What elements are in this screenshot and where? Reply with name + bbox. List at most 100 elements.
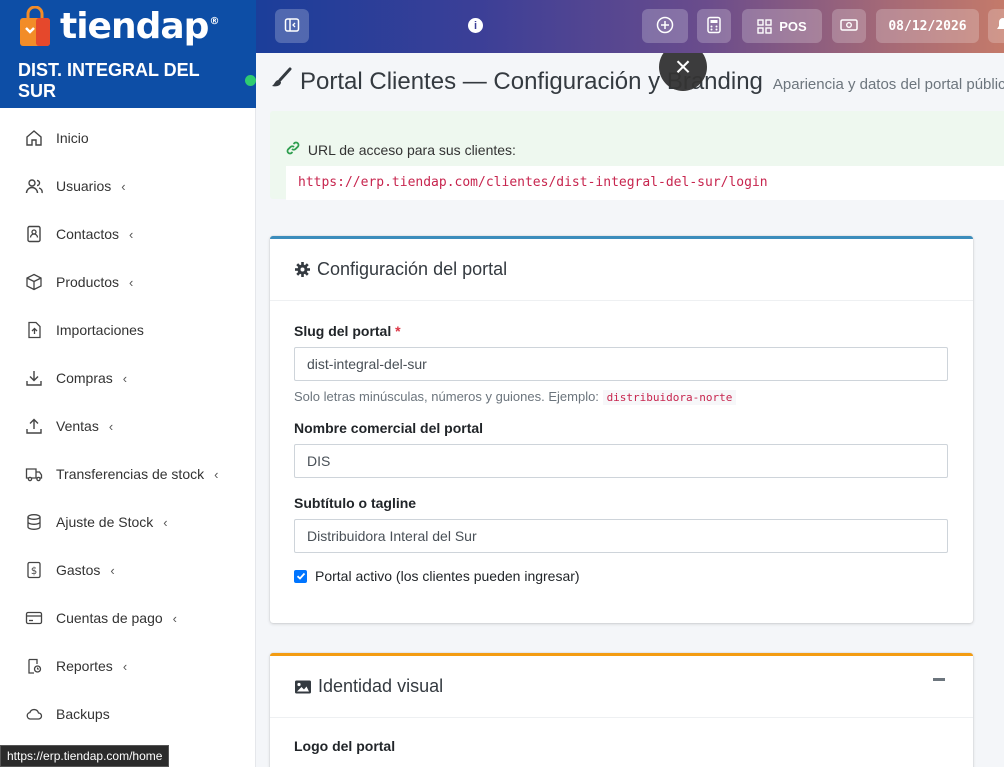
sidebar: Inicio Usuarios ‹ Contactos ‹ Productos … [0,108,256,767]
config-card-title: Configuración del portal [317,259,508,279]
sidebar-item-inicio[interactable]: Inicio [0,114,255,162]
gear-icon [294,261,311,278]
tagline-label: Subtítulo o tagline [294,495,417,511]
box-icon [24,272,44,292]
sidebar-item-label: Productos [56,274,120,290]
sidebar-item-label: Reportes [56,658,113,674]
users-icon [24,176,44,196]
access-url-value[interactable]: https://erp.tiendap.com/clientes/dist-in… [286,166,1004,200]
upload-icon [24,416,44,436]
tagline-input[interactable] [294,519,948,553]
visual-card-title: Identidad visual [318,676,444,696]
chevron-left-icon: ‹ [108,418,114,434]
pos-button[interactable]: POS [742,9,822,43]
sidebar-item-ajuste-stock[interactable]: Ajuste de Stock ‹ [0,498,255,546]
bell-button[interactable] [988,9,1004,43]
sidebar-toggle-button[interactable] [275,9,309,43]
truck-icon [24,464,44,484]
sidebar-item-label: Cuentas de pago [56,610,163,626]
access-url-label: URL de acceso para sus clientes: [307,142,516,158]
add-button[interactable] [642,9,688,43]
config-card: Configuración del portal Slug del portal… [270,236,973,623]
slug-help-text: Solo letras minúsculas, números y guione… [294,389,599,404]
chevron-left-icon: ‹ [122,370,128,386]
access-url-box: URL de acceso para sus clientes: https:/… [270,111,1004,200]
chevron-left-icon: ‹ [121,178,126,194]
calculator-button[interactable] [697,9,731,43]
address-book-icon [24,224,44,244]
bell-icon [996,17,1004,36]
sidebar-item-label: Transferencias de stock [56,466,205,482]
sidebar-item-label: Backups [56,706,110,722]
portal-active-label: Portal activo (los clientes pueden ingre… [315,568,580,584]
cash-button[interactable] [832,9,866,43]
sidebar-item-label: Ventas [56,418,99,434]
sidebar-item-reportes[interactable]: Reportes ‹ [0,642,255,690]
sidebar-item-productos[interactable]: Productos ‹ [0,258,255,306]
svg-text:$: $ [31,566,37,577]
sidebar-item-label: Importaciones [56,322,144,338]
close-icon: × [674,53,692,82]
plus-circle-icon [656,16,674,37]
registered-mark: ® [209,16,219,27]
portal-active-checkbox[interactable] [294,569,307,583]
sidebar-item-label: Contactos [56,226,120,242]
sidebar-item-cuentas-pago[interactable]: Cuentas de pago ‹ [0,594,255,642]
chevron-left-icon: ‹ [129,226,134,242]
report-icon [24,656,44,676]
database-icon [24,512,44,532]
home-icon [24,128,44,148]
chevron-left-icon: ‹ [122,658,128,674]
name-label: Nombre comercial del portal [294,420,484,436]
chevron-left-icon: ‹ [214,466,219,482]
info-icon[interactable]: i [468,18,483,33]
brand-logo[interactable]: tiendap® [0,0,256,53]
main-content: Portal Clientes — Configuración y Brandi… [256,53,1004,767]
link-icon [286,141,304,158]
company-name[interactable]: DIST. INTEGRAL DEL SUR [0,53,256,108]
sidebar-item-ventas[interactable]: Ventas ‹ [0,402,255,450]
logo-label: Logo del portal [294,738,396,754]
slug-input[interactable] [294,347,948,381]
collapse-minus-icon[interactable] [933,678,945,681]
cloud-icon [24,704,44,724]
sidebar-item-contactos[interactable]: Contactos ‹ [0,210,255,258]
sidebar-item-importaciones[interactable]: Importaciones [0,306,255,354]
sidebar-item-label: Compras [56,370,113,386]
sidebar-toggle-icon [284,17,300,36]
sidebar-item-label: Ajuste de Stock [56,514,154,530]
brand-name: tiendap [60,6,209,47]
online-status-dot [245,75,256,86]
company-label: DIST. INTEGRAL DEL SUR [18,59,200,101]
sidebar-item-compras[interactable]: Compras ‹ [0,354,255,402]
sidebar-item-label: Usuarios [56,178,112,194]
chevron-left-icon: ‹ [172,610,177,626]
dollar-file-icon: $ [24,560,44,580]
file-import-icon [24,320,44,340]
slug-label: Slug del portal [294,323,392,339]
slug-example: distribuidora-norte [602,390,737,405]
paint-brush-icon [270,67,292,94]
money-bill-icon [840,18,858,35]
status-bar-url: https://erp.tiendap.com/home [0,745,170,767]
required-mark: * [395,323,401,339]
date-display: 08/12/2026 [876,9,979,43]
portal-active-row[interactable]: Portal activo (los clientes pueden ingre… [294,568,949,584]
download-icon [24,368,44,388]
portal-name-input[interactable] [294,444,948,478]
calculator-icon [706,16,722,37]
sidebar-item-label: Gastos [56,562,101,578]
sidebar-item-label: Inicio [56,130,89,146]
chevron-left-icon: ‹ [163,514,168,530]
sidebar-item-transferencias[interactable]: Transferencias de stock ‹ [0,450,255,498]
pos-label: POS [779,18,807,34]
sidebar-item-backups[interactable]: Backups [0,690,255,738]
visual-identity-card: Identidad visual Logo del portal [270,653,973,767]
sidebar-item-gastos[interactable]: $ Gastos ‹ [0,546,255,594]
top-navbar: i POS 08/12/2026 [256,0,1004,53]
chevron-left-icon: ‹ [129,274,134,290]
sidebar-item-usuarios[interactable]: Usuarios ‹ [0,162,255,210]
shopping-bag-icon [18,5,52,48]
grid-icon [757,18,772,34]
page-header: Portal Clientes — Configuración y Brandi… [270,67,1004,96]
